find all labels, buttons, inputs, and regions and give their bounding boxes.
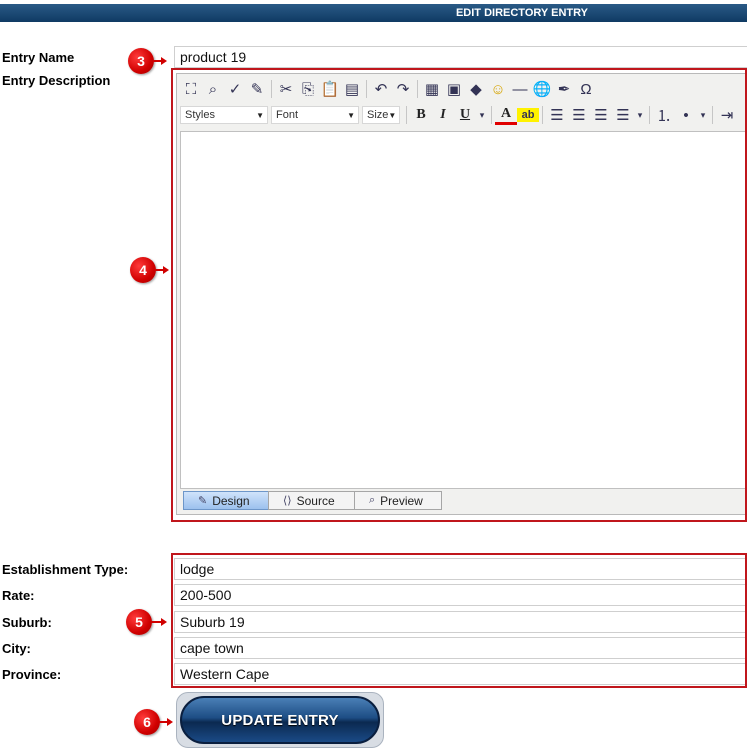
entry-name-label: Entry Name <box>2 50 75 65</box>
callout-3-marker: 3 <box>128 48 154 74</box>
update-entry-button-face: UPDATE ENTRY <box>180 696 380 744</box>
suburb-label: Suburb: <box>2 615 52 630</box>
entry-name-input[interactable] <box>174 46 747 68</box>
entry-description-label: Entry Description <box>2 73 111 88</box>
establishment-type-label: Establishment Type: <box>2 562 129 577</box>
page-title: EDIT DIRECTORY ENTRY <box>455 7 588 19</box>
callout-3-arrow <box>153 57 167 65</box>
callout-5-arrow <box>151 618 167 626</box>
callout-5-marker: 5 <box>126 609 152 635</box>
details-highlight-box <box>171 553 747 688</box>
callout-4-arrow <box>155 266 169 274</box>
rate-label: Rate: <box>2 588 35 603</box>
callout-6-arrow <box>159 718 173 726</box>
update-entry-label: UPDATE ENTRY <box>221 711 339 729</box>
callout-6-marker: 6 <box>134 709 160 735</box>
update-entry-button[interactable]: UPDATE ENTRY <box>176 692 384 748</box>
province-label: Province: <box>2 667 62 682</box>
city-label: City: <box>2 641 31 656</box>
page-header-bar: EDIT DIRECTORY ENTRY <box>0 4 747 22</box>
editor-highlight-box <box>171 68 747 522</box>
callout-4-marker: 4 <box>130 257 156 283</box>
